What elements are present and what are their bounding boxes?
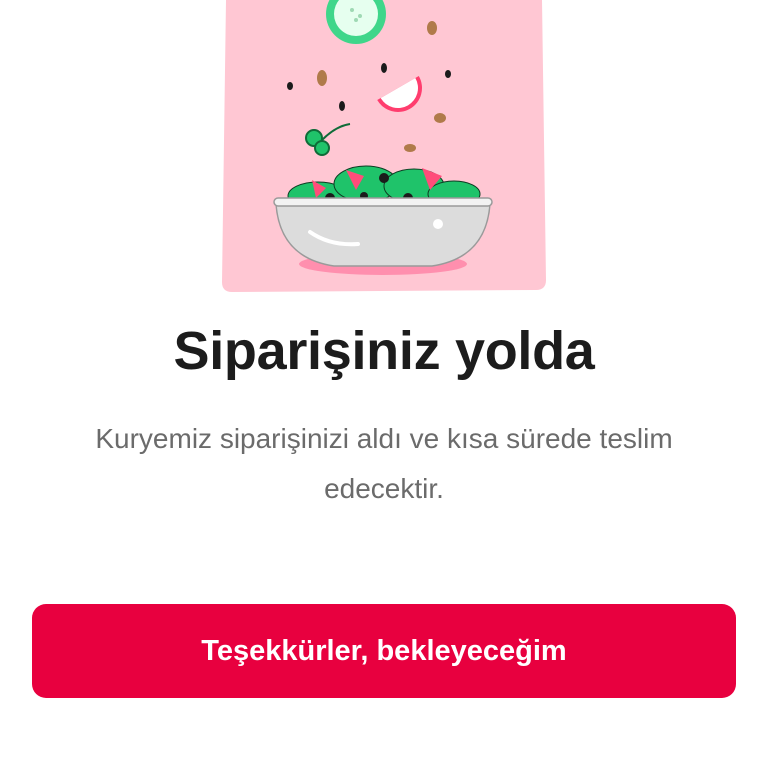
page-title: Siparişiniz yolda [173, 321, 595, 381]
confirm-wait-button[interactable]: Teşekkürler, bekleyeceğim [32, 604, 736, 698]
delivery-message: Kuryemiz siparişinizi aldı ve kısa süred… [95, 423, 673, 504]
salad-bowl-icon [222, 0, 546, 292]
order-on-the-way-screen: Siparişiniz yolda Kuryemiz siparişinizi … [0, 0, 768, 768]
salad-bowl-illustration [218, 0, 550, 295]
confirm-wait-button-label: Teşekkürler, bekleyeceğim [201, 634, 567, 667]
